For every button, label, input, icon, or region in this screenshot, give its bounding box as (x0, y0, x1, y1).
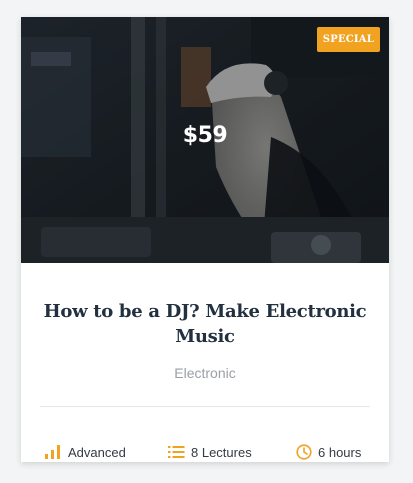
course-title[interactable]: How to be a DJ? Make Electronic Music (37, 299, 373, 349)
list-icon (168, 446, 185, 458)
lectures-text: 8 Lectures (191, 444, 252, 460)
special-badge: SPECIAL (316, 27, 380, 52)
signal-bars-icon (45, 445, 60, 459)
divider (40, 406, 370, 407)
price-label: $59 (182, 123, 228, 148)
course-card[interactable]: $59 SPECIAL How to be a DJ? Make Electro… (21, 17, 389, 462)
course-category[interactable]: Electronic (21, 365, 389, 381)
course-thumbnail[interactable]: $59 SPECIAL (21, 17, 389, 263)
clock-icon (296, 444, 312, 460)
card-body: How to be a DJ? Make Electronic Music El… (21, 263, 389, 462)
meta-lectures: 8 Lectures (168, 443, 252, 461)
meta-level: Advanced (44, 443, 126, 461)
level-text: Advanced (68, 444, 126, 460)
meta-duration: 6 hours (296, 443, 361, 461)
duration-text: 6 hours (318, 444, 362, 460)
